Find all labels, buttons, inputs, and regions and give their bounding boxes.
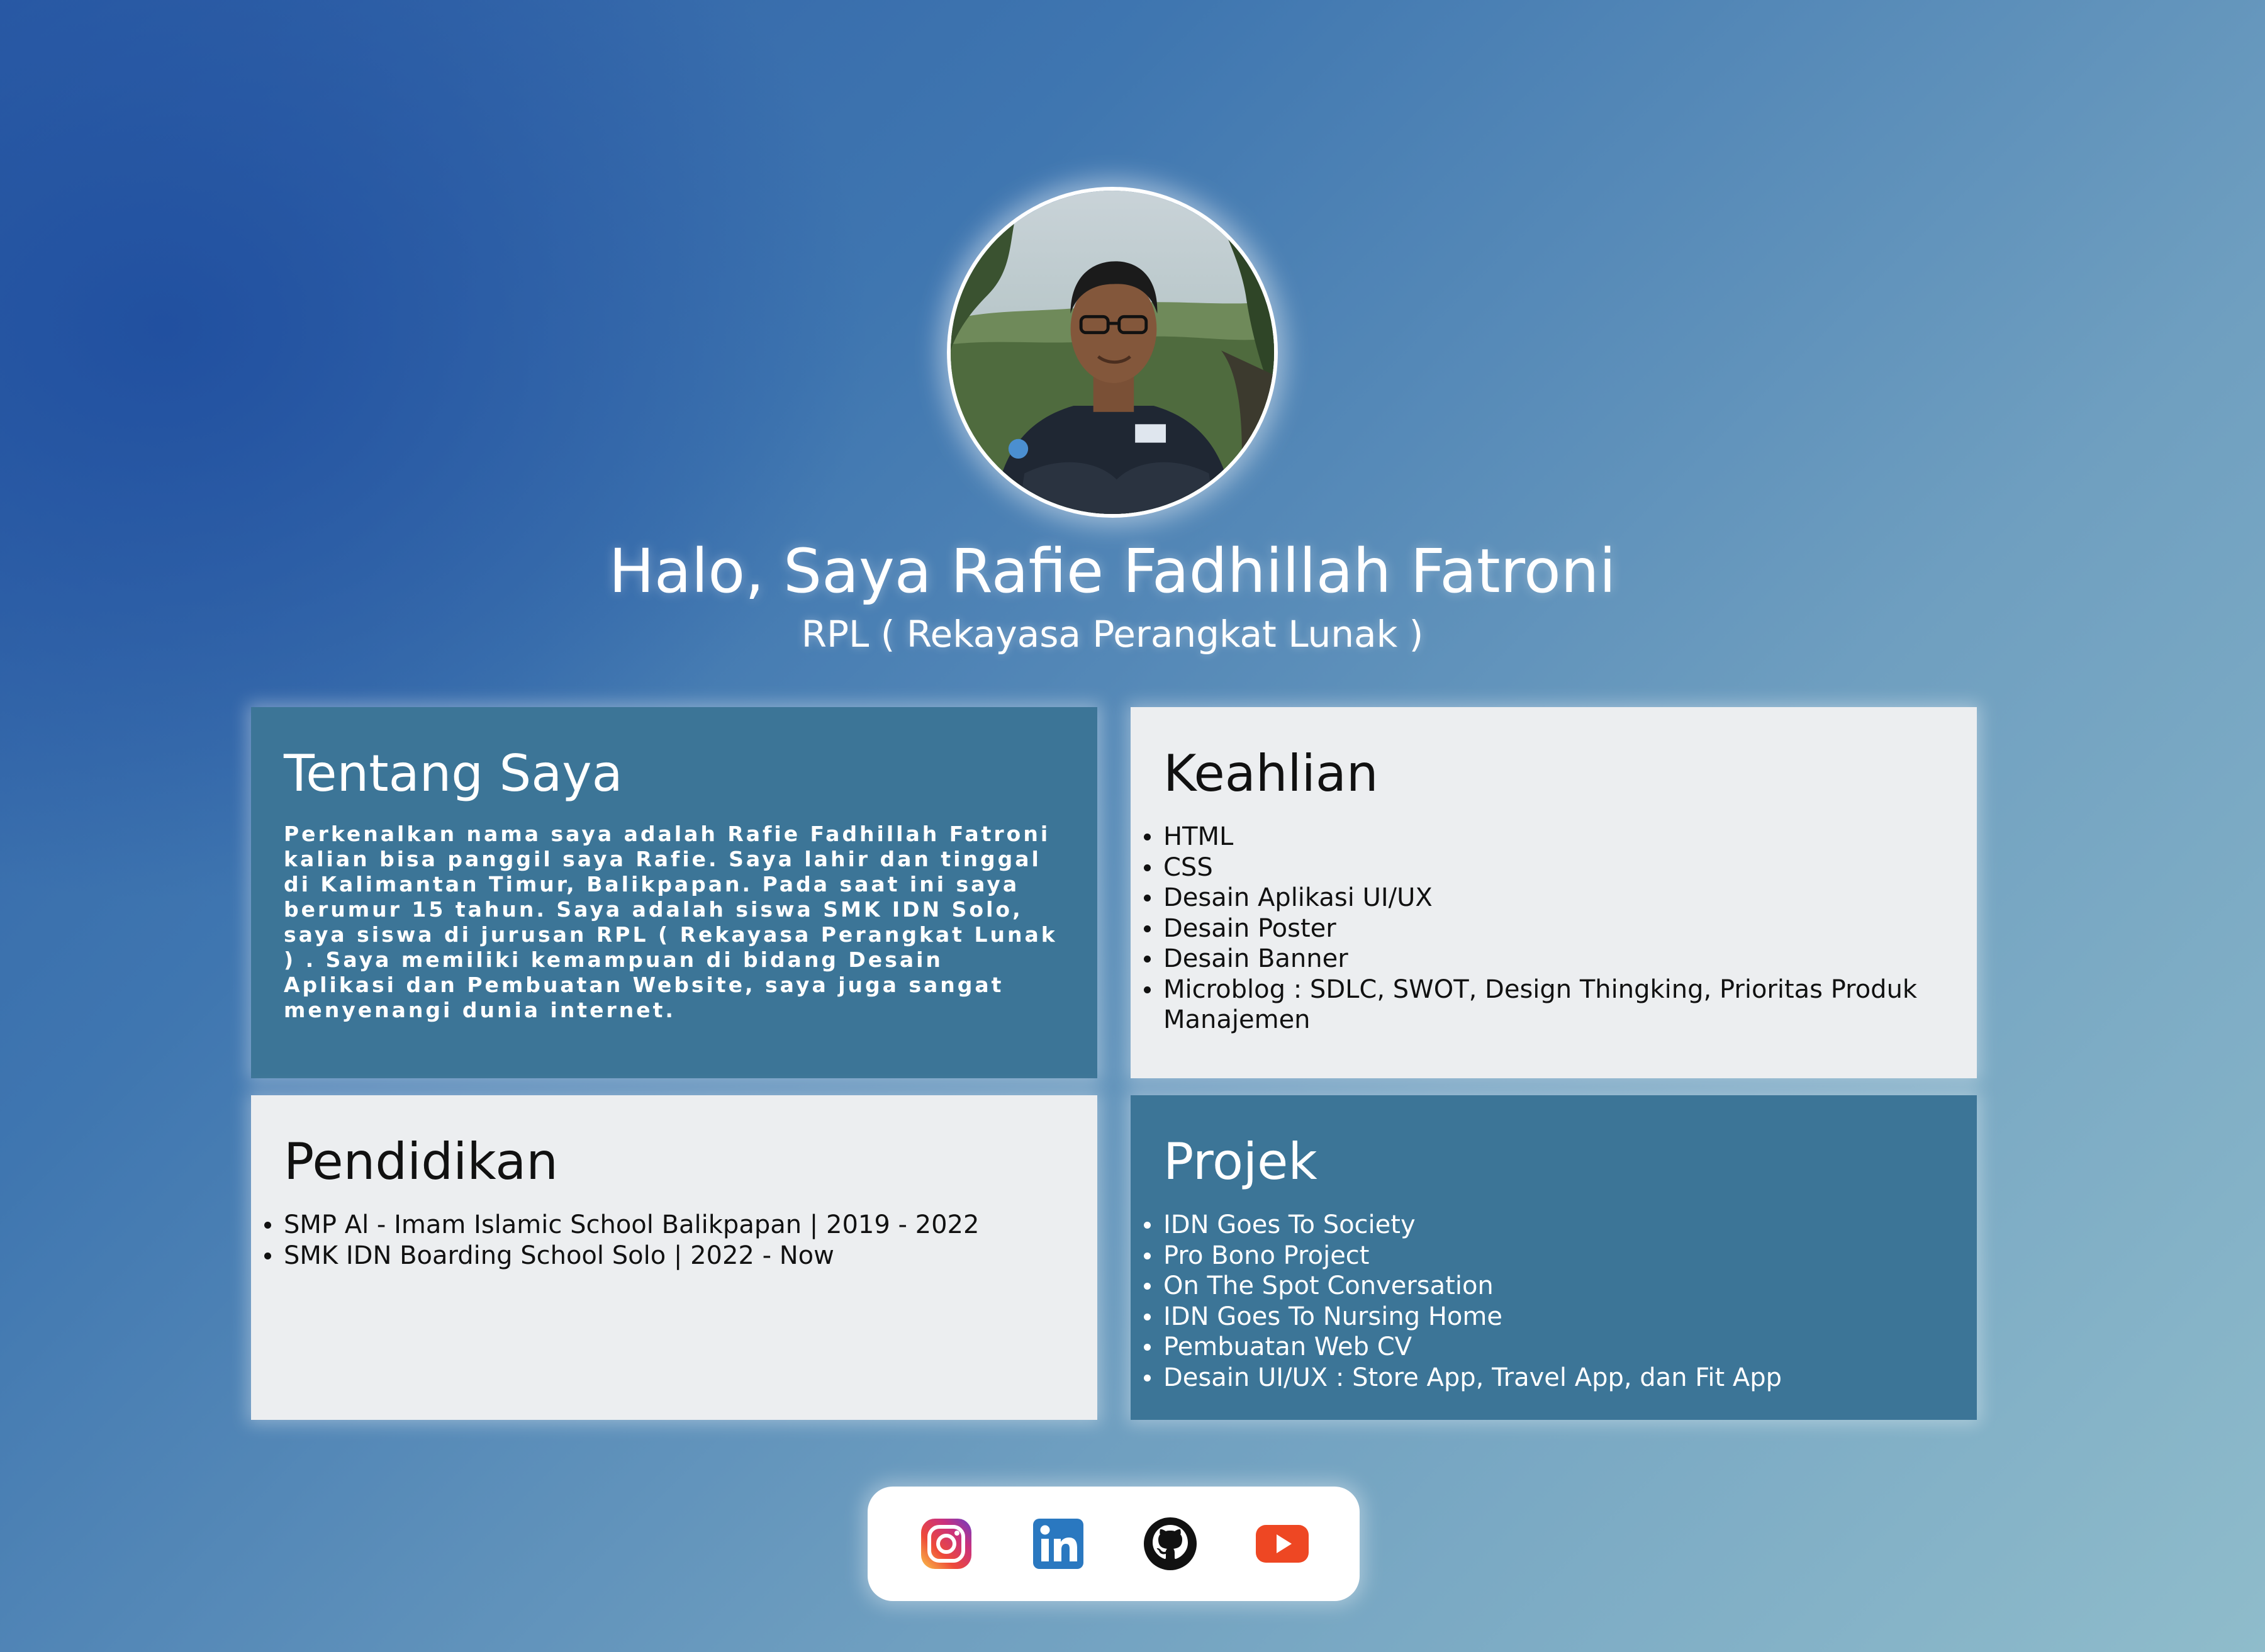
social-links-bar xyxy=(868,1487,1360,1601)
skills-list: HTML CSS Desain Aplikasi UI/UX Desain Po… xyxy=(1144,822,1944,1035)
education-card: Pendidikan SMP Al - Imam Islamic School … xyxy=(251,1095,1097,1420)
education-title: Pendidikan xyxy=(284,1132,558,1191)
youtube-link[interactable] xyxy=(1255,1516,1310,1571)
list-item: CSS xyxy=(1144,852,1944,883)
projects-card: Projek IDN Goes To Society Pro Bono Proj… xyxy=(1131,1095,1977,1420)
list-item: HTML xyxy=(1144,822,1944,852)
list-item: Desain Poster xyxy=(1144,913,1944,944)
about-text: Perkenalkan nama saya adalah Rafie Fadhi… xyxy=(284,822,1058,1022)
profile-avatar xyxy=(947,187,1278,518)
linkedin-link[interactable] xyxy=(1031,1516,1086,1571)
youtube-icon xyxy=(1256,1525,1309,1563)
projects-title: Projek xyxy=(1163,1132,1317,1191)
about-title: Tentang Saya xyxy=(284,744,623,803)
linkedin-icon xyxy=(1033,1519,1083,1569)
list-item: Pembuatan Web CV xyxy=(1144,1332,1944,1363)
list-item: Desain Banner xyxy=(1144,944,1944,974)
instagram-link[interactable] xyxy=(919,1516,974,1571)
skills-card: Keahlian HTML CSS Desain Aplikasi UI/UX … xyxy=(1131,707,1977,1078)
list-item: Desain Aplikasi UI/UX xyxy=(1144,883,1944,913)
instagram-icon xyxy=(921,1519,971,1569)
about-card: Tentang Saya Perkenalkan nama saya adala… xyxy=(251,707,1097,1078)
github-icon xyxy=(1144,1517,1197,1570)
list-item: Pro Bono Project xyxy=(1144,1241,1944,1271)
projects-list: IDN Goes To Society Pro Bono Project On … xyxy=(1144,1210,1944,1393)
hero-name: Halo, Saya Rafie Fadhillah Fatroni xyxy=(608,536,1616,606)
education-list: SMP Al - Imam Islamic School Balikpapan … xyxy=(264,1210,1065,1271)
list-item: Desain UI/UX : Store App, Travel App, da… xyxy=(1144,1363,1944,1393)
github-link[interactable] xyxy=(1143,1516,1198,1571)
hero-subtitle: RPL ( Rekayasa Perangkat Lunak ) xyxy=(801,613,1424,656)
list-item: Microblog : SDLC, SWOT, Design Thingking… xyxy=(1144,974,1944,1035)
list-item: IDN Goes To Nursing Home xyxy=(1144,1302,1944,1332)
profile-photo xyxy=(951,191,1274,514)
skills-title: Keahlian xyxy=(1163,744,1379,803)
list-item: SMP Al - Imam Islamic School Balikpapan … xyxy=(264,1210,1065,1241)
list-item: SMK IDN Boarding School Solo | 2022 - No… xyxy=(264,1241,1065,1271)
list-item: On The Spot Conversation xyxy=(1144,1271,1944,1302)
list-item: IDN Goes To Society xyxy=(1144,1210,1944,1241)
